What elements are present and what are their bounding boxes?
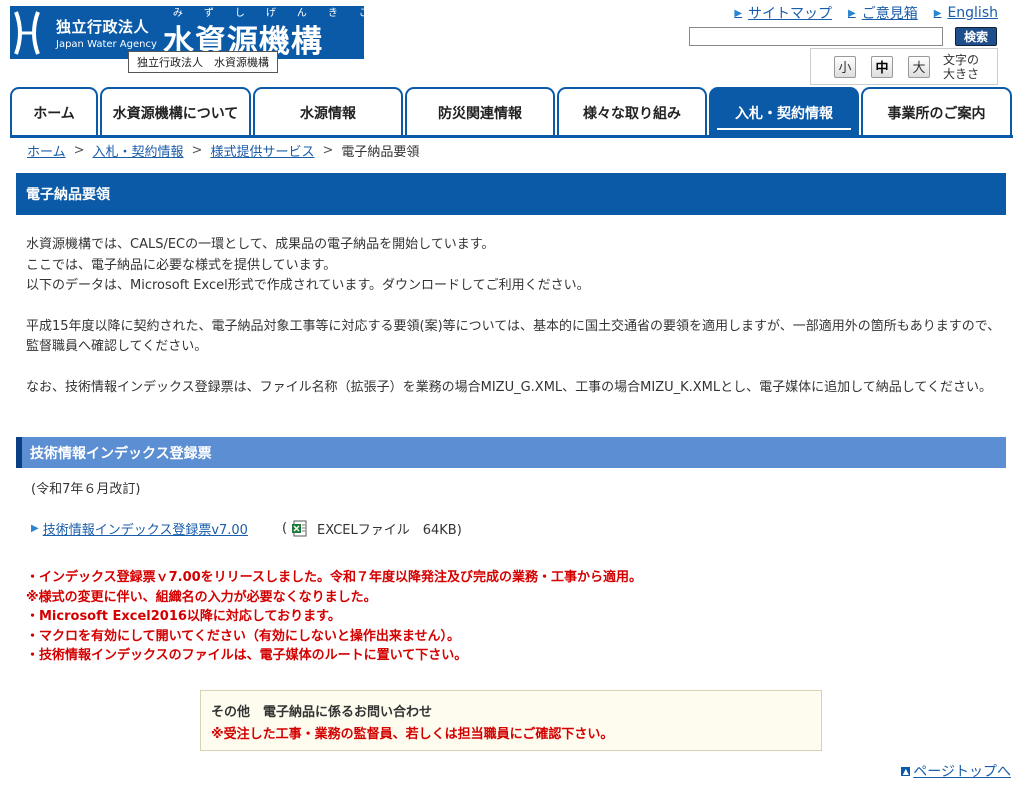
logo-ruby: みずしげんきこう	[172, 8, 421, 19]
tab-disaster[interactable]: 防災関連情報	[405, 87, 555, 136]
section-title: 技術情報インデックス登録票	[16, 437, 1006, 468]
note-item: ・Microsoft Excel2016以降に対応しております。	[26, 609, 341, 624]
logo-english: Japan Water Agency	[56, 38, 157, 50]
tab-about[interactable]: 水資源機構について	[100, 87, 251, 136]
release-notes: ・インデックス登録票ｖ7.00をリリースしました。令和７年度以降発注及び完成の業…	[26, 568, 642, 666]
search-input[interactable]	[689, 27, 943, 46]
contact-note: ※受注した工事・業務の監督員、若しくは担当職員にご確認下さい。	[211, 727, 614, 742]
contact-title: その他 電子納品に係るお問い合わせ	[211, 705, 433, 720]
feedback-link[interactable]: ▶ ご意見箱	[848, 3, 918, 23]
breadcrumb-forms[interactable]: 様式提供サービス	[210, 141, 314, 160]
download-row: ▶ 技術情報インデックス登録票v7.00 ( EXCELファイル 64KB)	[31, 519, 462, 538]
breadcrumb-separator: >	[73, 143, 85, 158]
logo-tooltip: 独立行政法人 水資源機構	[128, 51, 278, 73]
utility-links: ▶ サイトマップ ▶ ご意見箱 ▶ English	[734, 3, 998, 23]
triangle-right-icon: ▶	[734, 7, 743, 19]
font-size-selector: 小 中 大 文字の 大きさ	[810, 48, 998, 85]
breadcrumb-separator: >	[191, 143, 203, 158]
breadcrumb-home[interactable]: ホーム	[27, 141, 66, 160]
sitemap-link[interactable]: ▶ サイトマップ	[734, 3, 832, 23]
tab-offices[interactable]: 事業所のご案内	[861, 87, 1012, 136]
note-item: ※様式の変更に伴い、組織名の入力が必要なくなりました。	[26, 589, 377, 605]
page-top: ▲ ページトップへ	[901, 761, 1011, 781]
breadcrumb-bidding[interactable]: 入札・契約情報	[93, 141, 184, 160]
breadcrumb-separator: >	[322, 143, 334, 158]
font-size-large-button[interactable]: 大	[908, 55, 930, 78]
tab-initiatives[interactable]: 様々な取り組み	[557, 87, 707, 136]
revision-date: (令和7年６月改訂)	[31, 482, 141, 497]
tab-water-info[interactable]: 水源情報	[253, 87, 403, 136]
note-item: ・マクロを有効にして開いてください（有効にしないと操作出来ません）。	[26, 628, 460, 644]
logo-org-type: 独立行政法人	[56, 17, 150, 36]
breadcrumb-current: 電子納品要領	[341, 145, 420, 160]
tab-bidding[interactable]: 入札・契約情報	[709, 87, 859, 136]
intro-paragraph: 水資源機構では、CALS/ECの一環として、成果品の電子納品を開始しています。 …	[26, 237, 590, 293]
font-size-label: 文字の 大きさ	[943, 52, 980, 81]
filename-paragraph: なお、技術情報インデックス登録票は、ファイル名称（拡張子）を業務の場合MIZU_…	[26, 379, 992, 395]
search-button[interactable]: 検索	[955, 27, 997, 46]
triangle-right-icon: ▶	[933, 7, 942, 19]
standards-paragraph: 平成15年度以降に契約された、電子納品対象工事等に対応する要領(案)等については…	[26, 318, 1001, 355]
tab-home[interactable]: ホーム	[10, 87, 98, 136]
font-size-small-button[interactable]: 小	[834, 55, 856, 78]
file-paren: (	[281, 521, 288, 536]
note-item: ・技術情報インデックスのファイルは、電子媒体のルートに置いて下さい。	[26, 648, 468, 663]
english-link[interactable]: ▶ English	[934, 3, 998, 23]
breadcrumb: ホーム > 入札・契約情報 > 様式提供サービス > 電子納品要領	[27, 141, 419, 160]
logo-mark-icon	[10, 6, 44, 59]
nav-underline	[10, 135, 1013, 138]
font-size-medium-button[interactable]: 中	[871, 55, 893, 78]
download-link[interactable]: 技術情報インデックス登録票v7.00	[43, 519, 248, 538]
triangle-right-icon: ▶	[848, 7, 856, 19]
page-title: 電子納品要領	[16, 173, 1006, 215]
intro-text: 水資源機構では、CALS/ECの一環として、成果品の電子納品を開始しています。 …	[26, 235, 1001, 418]
triangle-right-icon: ▶	[31, 523, 39, 534]
contact-box: その他 電子納品に係るお問い合わせ ※受注した工事・業務の監督員、若しくは担当職…	[200, 690, 822, 751]
excel-file-icon	[291, 520, 309, 538]
main-nav: ホーム 水資源機構について 水源情報 防災関連情報 様々な取り組み 入札・契約情…	[10, 87, 1013, 138]
note-item: ・インデックス登録票ｖ7.00をリリースしました。令和７年度以降発注及び完成の業…	[26, 570, 643, 585]
arrow-up-icon: ▲	[901, 766, 911, 776]
file-info: EXCELファイル 64KB)	[317, 523, 462, 538]
page-top-link[interactable]: ページトップへ	[913, 761, 1011, 781]
